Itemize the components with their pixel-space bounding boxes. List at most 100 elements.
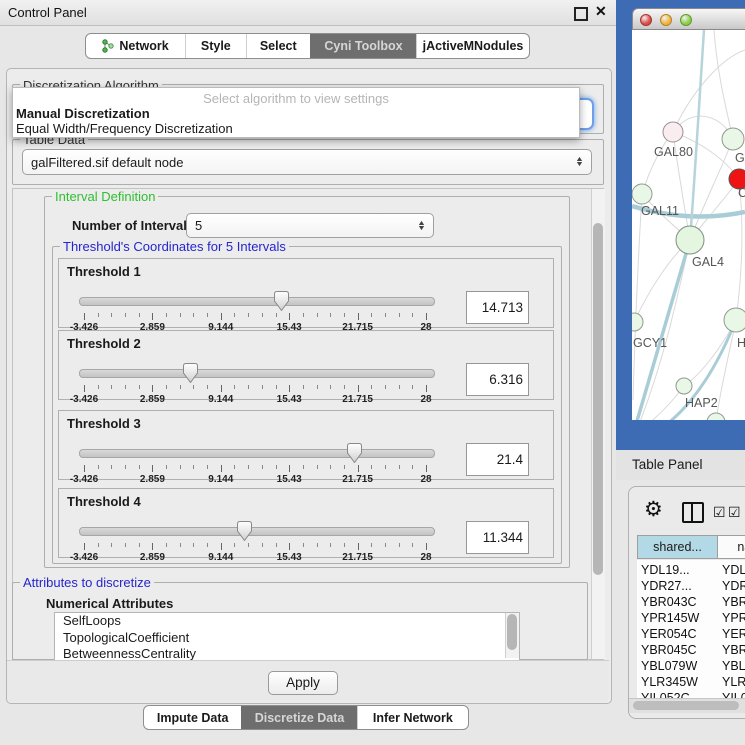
threshold-3-value-field[interactable]: 21.4 [466,443,529,476]
node-right-h[interactable] [724,308,745,332]
threshold-4-value-field[interactable]: 11.344 [466,521,529,554]
table-cell[interactable]: YBL079W [641,659,697,673]
scale-tick-label: 21.715 [342,474,373,485]
scale-tick-label: 28 [420,474,431,485]
scale-tick-label: 28 [420,394,431,405]
network-edge[interactable] [684,320,736,386]
table-data-combobox[interactable]: galFiltered.sif default node ▲▼ [22,149,592,175]
node-gal4[interactable] [676,226,704,254]
table-cell[interactable]: YDL1 [722,563,745,577]
scale-tick-label: 15.43 [277,394,302,405]
tab-infer-network[interactable]: Infer Network [357,706,468,729]
apply-button[interactable]: Apply [268,671,338,695]
stepper-arrows-icon[interactable]: ▲▼ [575,157,584,167]
number-of-intervals-combobox[interactable]: 5 ▲▼ [186,213,434,238]
tab-discretize-data[interactable]: Discretize Data [241,706,356,729]
network-canvas[interactable]: GAL80GACGAL11GAL4GCY1HHAP2 [632,30,745,420]
horizontal-scrollbar[interactable] [629,698,745,713]
network-edge[interactable] [633,194,642,400]
table-cell[interactable]: YER0 [722,627,745,641]
split-columns-icon[interactable] [682,502,704,523]
tab-impute-data[interactable]: Impute Data [144,706,241,729]
slider-ticks [77,543,435,551]
threshold-1-slider-thumb[interactable] [274,291,289,311]
zoom-light-icon[interactable] [680,14,692,26]
threshold-1-slider-track[interactable] [79,297,435,306]
threshold-4-slider-track[interactable] [79,527,435,536]
threshold-1-value-field[interactable]: 14.713 [466,291,529,324]
threshold-3-label: Threshold 3 [67,416,141,431]
vertical-scrollbar-thumb[interactable] [593,223,603,575]
table-cell[interactable]: YER054C [641,627,697,641]
dropdown-option-equal-width-frequency[interactable]: Equal Width/Frequency Discretization [16,121,233,136]
network-edge[interactable] [634,240,690,322]
gear-icon[interactable]: ⚙ [644,497,663,522]
network-edge[interactable] [673,50,745,132]
table-data-combobox-value: galFiltered.sif default node [31,155,183,170]
network-edge[interactable] [632,320,736,420]
close-light-icon[interactable] [640,14,652,26]
table-cell[interactable]: YLR345W [641,675,698,689]
network-edge[interactable] [736,179,742,320]
tab-network[interactable]: Network [86,34,185,58]
table-cell[interactable]: YBR0 [722,595,745,609]
list-scrollbar[interactable] [505,613,519,658]
node-gcy1[interactable] [632,313,643,331]
dropdown-option-manual-discretization[interactable]: Manual Discretization [16,106,150,121]
threshold-1-label: Threshold 1 [67,264,141,279]
table-cell[interactable]: YDL19... [641,563,690,577]
node-gal11[interactable] [632,184,652,204]
minimize-light-icon[interactable] [660,14,672,26]
node-hap2[interactable] [676,378,692,394]
list-item[interactable]: SelfLoops [55,613,519,630]
network-edge[interactable] [716,320,736,420]
threshold-4-slider-thumb[interactable] [237,521,252,541]
stepper-arrows-icon[interactable]: ▲▼ [417,221,426,231]
threshold-3-slider-track[interactable] [79,449,435,458]
table-cell[interactable]: YPR145W [641,611,699,625]
table-cell[interactable]: YBR0 [722,643,745,657]
cyni-mode-tabbar: Impute Data Discretize Data Infer Networ… [143,705,469,730]
threshold-3-slider-thumb[interactable] [347,443,362,463]
close-icon[interactable]: ✕ [595,3,607,20]
float-window-icon[interactable] [574,7,588,21]
numerical-attributes-list[interactable]: SelfLoops TopologicalCoefficient Between… [54,612,520,661]
tab-select[interactable]: Select [246,34,310,58]
column-header-shared-name[interactable]: shared... [637,535,718,559]
node-label: GAL80 [654,145,693,159]
list-item[interactable]: BetweennessCentrality [55,646,519,661]
threshold-2-slider-track[interactable] [79,369,435,378]
horizontal-scrollbar-thumb[interactable] [633,701,739,710]
tab-jactivemnodules[interactable]: jActiveMNodules [416,34,529,58]
node-label: HAP2 [685,396,718,410]
tab-cyni-toolbox[interactable]: Cyni Toolbox [310,34,416,58]
vertical-scrollbar[interactable] [591,189,605,659]
node-gal80[interactable] [663,122,683,142]
threshold-2-slider-thumb[interactable] [183,363,198,383]
threshold-3-panel: Threshold 3 -3.426 2.859 9.144 15.43 21.… [58,410,554,480]
list-scrollbar-thumb[interactable] [507,614,517,650]
table-cell[interactable]: YBL0 [722,659,745,673]
tab-jactivemnodules-label: jActiveMNodules [423,39,524,53]
table-cell[interactable]: YLR3 [722,675,745,689]
table-cell[interactable]: YDR27... [641,579,692,593]
network-edge[interactable] [690,30,704,240]
checkbox-icon[interactable]: ☑ [728,504,741,521]
table-cell[interactable]: YDR2 [722,579,745,593]
number-of-intervals-label: Number of Intervals [72,218,194,233]
node-table-panel: ⚙ ☑ ☑ shared... name YDL19... YDL1 YDR27… [628,486,745,719]
network-edge[interactable] [714,30,733,139]
table-cell[interactable]: YBR045C [641,643,697,657]
table-cell[interactable]: YPR1 [722,611,745,625]
list-item[interactable]: TopologicalCoefficient [55,630,519,647]
tab-style[interactable]: Style [185,34,245,58]
tab-network-label: Network [119,39,168,53]
checkbox-icon[interactable]: ☑ [713,504,726,521]
column-header-name[interactable]: name [717,535,745,559]
node-top-right[interactable] [722,128,744,150]
network-window-titlebar[interactable] [632,8,745,30]
table-cell[interactable]: YBR043C [641,595,697,609]
scale-tick-label: 15.43 [277,552,302,563]
node-bottom[interactable] [707,413,725,420]
threshold-2-value-field[interactable]: 6.316 [466,363,529,396]
